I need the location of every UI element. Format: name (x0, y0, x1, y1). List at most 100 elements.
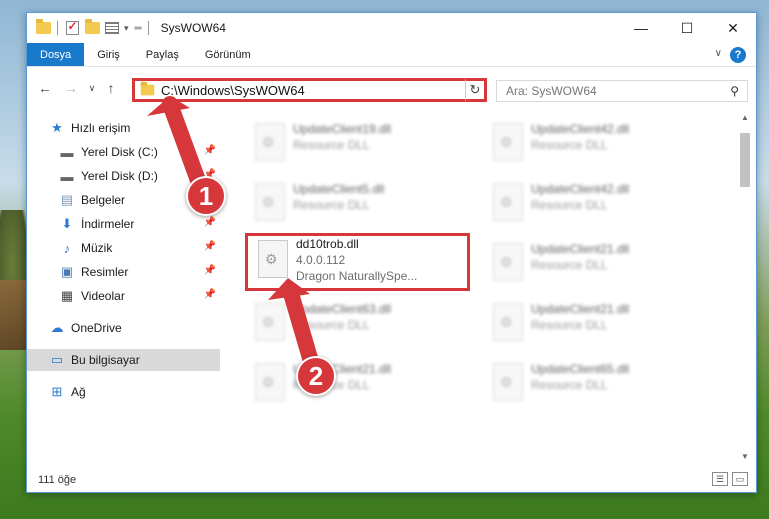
dll-file-icon (258, 240, 288, 278)
help-icon[interactable]: ? (730, 47, 746, 63)
properties-icon[interactable] (104, 20, 120, 36)
list-item[interactable]: UpdateClient65.dll Resource DLL (483, 357, 708, 415)
large-icons-view-icon[interactable]: ▭ (732, 472, 748, 486)
sidebar-item-pictures[interactable]: ▣ Resimler 📌 (27, 261, 220, 283)
tab-gorunum[interactable]: Görünüm (192, 43, 264, 66)
sidebar-item-label: Hızlı erişim (71, 121, 131, 135)
expand-ribbon-chevron-icon[interactable]: ∨ (715, 48, 722, 59)
search-input[interactable]: Ara: SysWOW64 ⚲ (496, 80, 748, 102)
view-buttons: ☰ ▭ (712, 472, 748, 486)
sidebar-item-videos[interactable]: ▦ Videolar 📌 (27, 285, 220, 307)
dll-file-icon (493, 123, 523, 161)
sidebar-item-quick-access[interactable]: ★ Hızlı erişim (27, 117, 220, 139)
pin-icon[interactable]: 📌 (204, 289, 216, 300)
list-item[interactable]: UpdateClient21.dll Resource DLL (483, 237, 708, 295)
file-name: UpdateClient5.dll (293, 182, 385, 196)
file-description: Resource DLL (531, 138, 608, 152)
customize-toolbar-icon[interactable]: ═ (135, 23, 142, 34)
music-icon: ♪ (63, 240, 71, 256)
videos-icon: ▦ (60, 288, 74, 303)
sidebar-item-label: Videolar (81, 289, 125, 303)
folder-icon[interactable] (35, 19, 51, 36)
tab-paylas[interactable]: Paylaş (133, 43, 192, 66)
list-item[interactable]: UpdateClient42.dll Resource DLL (483, 177, 708, 235)
sidebar-item-music[interactable]: ♪ Müzik 📌 (27, 237, 220, 259)
sidebar-item-label: Yerel Disk (D:) (81, 169, 158, 183)
sidebar-item-label: Belgeler (81, 193, 126, 207)
sidebar-item-downloads[interactable]: ⬇ İndirmeler 📌 (27, 213, 220, 235)
dll-file-icon (255, 303, 285, 341)
refresh-icon: ↻ (469, 82, 481, 97)
sidebar-item-disk-c[interactable]: ▬ Yerel Disk (C:) 📌 (27, 141, 220, 163)
dll-file-icon (493, 183, 523, 221)
search-placeholder: Ara: SysWOW64 (506, 84, 597, 98)
sidebar-item-label: Resimler (81, 265, 129, 279)
scroll-up-icon[interactable]: ▲ (738, 113, 752, 129)
pin-icon[interactable]: 📌 (204, 265, 216, 276)
annotation-badge-1: 1 (186, 176, 226, 216)
pin-icon[interactable]: 📌 (204, 241, 216, 252)
maximize-button[interactable]: ☐ (664, 13, 710, 43)
ribbon-tabs: Dosya Giriş Paylaş Görünüm ∨ ? (27, 43, 756, 67)
pin-icon[interactable]: 📌 (204, 217, 216, 228)
file-description: Resource DLL (293, 198, 370, 212)
pictures-icon: ▣ (60, 264, 74, 279)
file-description: Dragon NaturallySpe... (296, 269, 418, 283)
selected-file-item[interactable]: dd10trob.dll 4.0.0.112 Dragon NaturallyS… (245, 233, 470, 291)
file-description: Resource DLL (293, 138, 370, 152)
recent-locations-chevron-icon[interactable]: ∨ (85, 83, 99, 94)
list-item[interactable]: UpdateClient19.dll Resource DLL (245, 117, 470, 175)
sidebar-item-label: OneDrive (71, 321, 122, 335)
scroll-down-icon[interactable]: ▼ (738, 452, 752, 468)
title-bar: ▾ ═ SysWOW64 — ☐ ✕ (27, 13, 756, 43)
forward-arrow-icon[interactable]: → (61, 80, 81, 96)
file-name: UpdateClient63.dll (293, 302, 392, 316)
dll-file-icon (255, 183, 285, 221)
drive-icon: ▬ (60, 144, 74, 160)
item-count: 111 öğe (38, 474, 77, 486)
navigation-pane: ★ Hızlı erişim ▬ Yerel Disk (C:) 📌 ▬ Yer… (27, 113, 220, 468)
title-divider (147, 21, 149, 35)
vertical-scrollbar[interactable]: ▲ ▼ (738, 113, 752, 468)
sidebar-item-this-pc[interactable]: ▭ Bu bilgisayar (27, 349, 220, 371)
file-description: Resource DLL (531, 198, 608, 212)
tab-giris[interactable]: Giriş (84, 43, 133, 66)
pin-icon[interactable]: 📌 (204, 145, 216, 156)
file-name: dd10trob.dll (296, 237, 359, 251)
sidebar-item-network[interactable]: ⊞ Ağ (27, 381, 220, 403)
close-button[interactable]: ✕ (710, 13, 756, 43)
window-title: SysWOW64 (160, 21, 226, 35)
list-item[interactable]: UpdateClient42.dll Resource DLL (483, 117, 708, 175)
up-arrow-icon[interactable]: ↑ (101, 80, 121, 96)
file-description: Resource DLL (531, 378, 608, 392)
list-item[interactable]: UpdateClient21.dll Resource DLL (483, 297, 708, 355)
sidebar-item-onedrive[interactable]: ☁ OneDrive (27, 317, 220, 339)
documents-icon: ▤ (60, 192, 74, 207)
refresh-button[interactable]: ↻ (465, 78, 487, 102)
address-row: ← → ∨ ↑ C:\Windows\SysWOW64 ∨ ↻ Ara: Sys… (27, 67, 756, 109)
dll-file-icon (493, 303, 523, 341)
sidebar-item-label: Yerel Disk (C:) (81, 145, 158, 159)
address-path[interactable]: C:\Windows\SysWOW64 (161, 83, 305, 98)
list-item[interactable]: UpdateClient63.dll Resource DLL (245, 297, 470, 355)
tab-dosya[interactable]: Dosya (27, 43, 85, 66)
quick-access-toolbar: ▾ ═ (35, 19, 142, 36)
sidebar-item-label: Bu bilgisayar (71, 353, 140, 367)
window-controls: — ☐ ✕ (618, 13, 756, 43)
minimize-button[interactable]: — (618, 13, 664, 43)
file-name: UpdateClient65.dll (531, 362, 630, 376)
status-bar: 111 öğe ☰ ▭ (27, 468, 756, 492)
properties-check-icon[interactable] (64, 19, 80, 36)
list-item[interactable]: UpdateClient21.dll Resource DLL (245, 357, 470, 415)
scrollbar-thumb[interactable] (740, 133, 750, 187)
file-description: Resource DLL (531, 258, 608, 272)
list-item[interactable]: UpdateClient5.dll Resource DLL (245, 177, 470, 235)
file-name: UpdateClient21.dll (531, 302, 630, 316)
address-bar[interactable]: C:\Windows\SysWOW64 ∨ (132, 78, 487, 102)
file-name: UpdateClient42.dll (531, 122, 630, 136)
customize-toolbar-chevron-icon[interactable]: ▾ (124, 23, 129, 34)
star-icon: ★ (51, 120, 63, 135)
back-arrow-icon[interactable]: ← (35, 80, 55, 96)
details-view-icon[interactable]: ☰ (712, 472, 728, 486)
new-folder-icon[interactable] (84, 19, 100, 36)
